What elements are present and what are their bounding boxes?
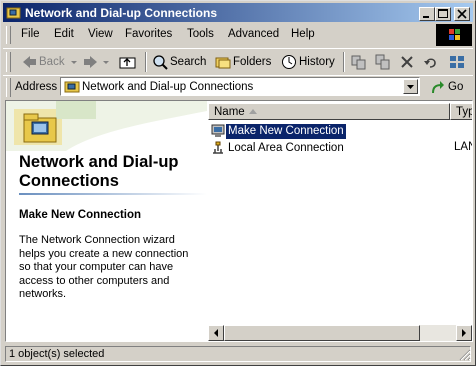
address-bar: Address Network and Dial-up Connections … <box>3 75 473 99</box>
go-button[interactable]: Go <box>427 79 471 96</box>
menu-tools[interactable]: Tools <box>187 28 214 40</box>
chevron-down-icon <box>407 85 414 89</box>
connections-list: Name Typ Make New Connection Local Area … <box>208 101 472 341</box>
make-new-connection-icon <box>211 124 225 137</box>
copy-to-button[interactable] <box>373 52 393 72</box>
network-folder-icon <box>64 81 80 93</box>
column-header-name[interactable]: Name <box>208 103 450 120</box>
menu-view[interactable]: View <box>88 28 113 40</box>
address-grip[interactable] <box>6 78 11 97</box>
folders-button[interactable]: Folders <box>213 52 275 72</box>
minimize-icon <box>423 16 429 18</box>
menu-favorites[interactable]: Favorites <box>125 28 172 40</box>
menu-help[interactable]: Help <box>291 28 315 40</box>
menu-bar: File Edit View Favorites Tools Advanced … <box>3 24 473 46</box>
resize-grip-icon[interactable] <box>459 349 471 361</box>
column-header-type[interactable]: Typ <box>450 103 473 120</box>
scroll-left-button[interactable] <box>208 325 224 341</box>
content-area: Network and Dial-up Connections Make New… <box>5 100 473 342</box>
back-dropdown-icon <box>71 61 77 64</box>
go-arrow-icon <box>432 81 444 94</box>
menu-advanced[interactable]: Advanced <box>228 28 279 40</box>
window-title: Network and Dial-up Connections <box>25 6 218 20</box>
back-arrow-icon <box>23 56 36 68</box>
back-label: Back <box>39 56 65 68</box>
sort-ascending-icon <box>249 109 257 114</box>
go-label: Go <box>448 81 464 93</box>
address-value: Network and Dial-up Connections <box>82 81 254 93</box>
list-item-name: Make New Connection <box>226 124 346 139</box>
pane-heading: Network and Dial-up Connections <box>19 153 179 190</box>
maximize-icon <box>438 9 448 18</box>
webview-info-pane: Network and Dial-up Connections Make New… <box>6 101 207 341</box>
list-item[interactable]: Make New Connection <box>210 124 470 139</box>
network-folder-icon <box>6 7 21 19</box>
column-type-label: Typ <box>456 106 473 118</box>
toolbar-separator <box>145 52 147 72</box>
undo-button[interactable] <box>421 52 441 72</box>
undo-icon <box>424 58 436 68</box>
horizontal-scrollbar[interactable] <box>208 325 472 341</box>
scroll-thumb[interactable] <box>224 325 420 341</box>
forward-button[interactable] <box>81 52 113 72</box>
toolbar-grip[interactable] <box>6 52 11 72</box>
back-button[interactable]: Back <box>17 52 79 72</box>
menu-edit[interactable]: Edit <box>54 28 74 40</box>
address-input[interactable]: Network and Dial-up Connections <box>60 77 420 96</box>
move-to-button[interactable] <box>349 52 369 72</box>
delete-button[interactable] <box>397 52 417 72</box>
up-folder-icon <box>119 57 136 69</box>
views-button[interactable] <box>447 52 471 72</box>
status-bar: 1 object(s) selected <box>3 345 473 363</box>
explorer-window: Network and Dial-up Connections File Edi… <box>0 0 476 366</box>
windows-flag-icon <box>449 29 460 40</box>
chevron-right-icon <box>462 329 466 337</box>
minimize-button[interactable] <box>419 7 435 21</box>
close-button[interactable] <box>454 7 470 21</box>
copy-to-icon <box>375 54 390 70</box>
menu-file[interactable]: File <box>21 28 40 40</box>
title-bar[interactable]: Network and Dial-up Connections <box>3 3 473 22</box>
windows-logo <box>436 24 472 46</box>
views-icon <box>450 56 464 68</box>
standard-toolbar: Back Search Folders History <box>3 48 473 76</box>
search-icon <box>153 55 168 70</box>
address-label: Address <box>15 81 58 93</box>
forward-dropdown-icon <box>103 61 109 64</box>
toolbar-separator <box>343 52 345 72</box>
delete-icon <box>401 56 413 68</box>
search-label: Search <box>170 56 207 68</box>
menu-grip[interactable] <box>6 26 11 44</box>
folders-label: Folders <box>233 56 272 68</box>
search-button[interactable]: Search <box>150 52 206 72</box>
up-folder-button[interactable] <box>117 52 139 72</box>
list-item-type: LAN <box>454 141 472 153</box>
history-button[interactable]: History <box>279 52 337 72</box>
history-label: History <box>299 56 335 68</box>
close-icon <box>457 9 467 19</box>
heading-divider <box>19 193 207 195</box>
address-dropdown-button[interactable] <box>403 79 418 94</box>
history-icon <box>282 55 296 69</box>
status-text: 1 object(s) selected <box>9 348 105 360</box>
lan-connection-icon <box>213 141 223 154</box>
folders-icon <box>215 57 231 69</box>
column-name-label: Name <box>214 106 245 118</box>
list-item-name: Local Area Connection <box>228 142 344 154</box>
chevron-left-icon <box>214 329 218 337</box>
move-to-icon <box>351 55 366 70</box>
network-connections-folder-icon <box>23 113 57 143</box>
list-item[interactable]: Local Area Connection LAN <box>210 141 472 156</box>
selected-item-description: The Network Connection wizard helps you … <box>19 234 189 300</box>
status-pane: 1 object(s) selected <box>5 346 471 362</box>
selected-item-title: Make New Connection <box>19 209 142 221</box>
forward-arrow-icon <box>84 56 97 68</box>
scroll-right-button[interactable] <box>456 325 472 341</box>
maximize-button[interactable] <box>435 7 451 21</box>
